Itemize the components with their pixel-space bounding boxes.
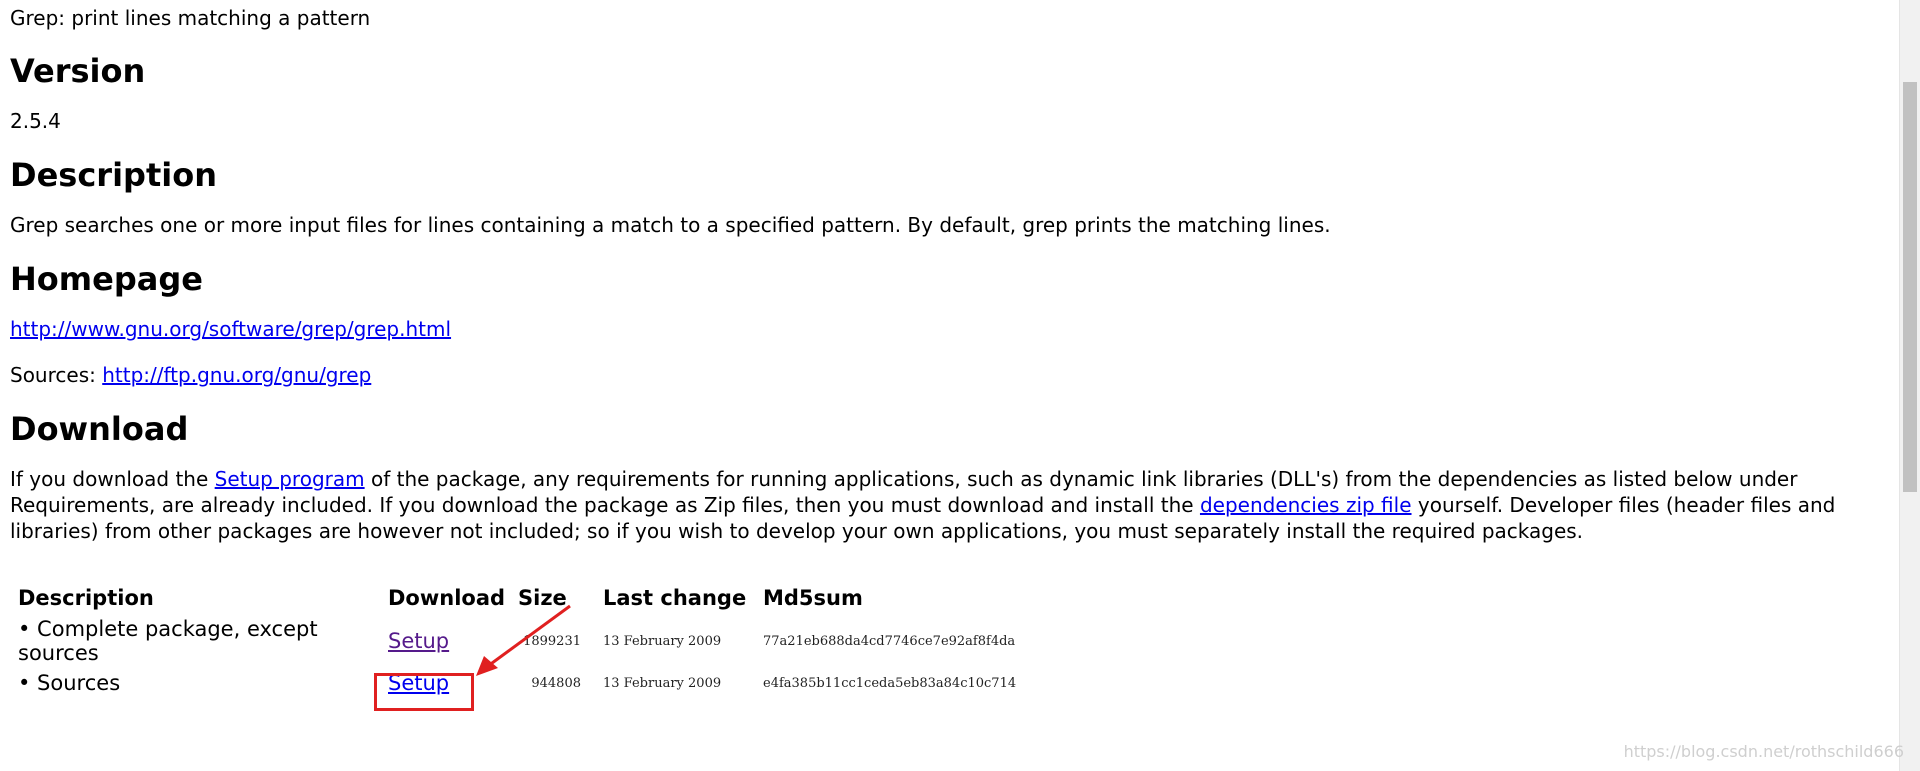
homepage-link[interactable]: http://www.gnu.org/software/grep/grep.ht… (10, 317, 451, 341)
dependencies-zip-link[interactable]: dependencies zip file (1200, 493, 1412, 517)
row-md5: 77a21eb688da4cd7746ce7e92af8f4da (763, 633, 1016, 649)
version-heading: Version (10, 52, 146, 90)
package-summary: Grep: print lines matching a pattern (10, 6, 371, 30)
row-last-change: 13 February 2009 (603, 675, 722, 691)
vertical-scrollbar[interactable] (1899, 0, 1920, 771)
homepage-line: http://www.gnu.org/software/grep/grep.ht… (10, 316, 1890, 342)
annotation-arrow-icon (476, 604, 571, 676)
description-text: Grep searches one or more input files fo… (10, 213, 1331, 237)
watermark: https://blog.csdn.net/rothschild666 (1623, 742, 1904, 761)
download-heading: Download (10, 410, 189, 448)
download-text-part1: If you download the (10, 467, 215, 491)
setup-download-link[interactable]: Setup (388, 629, 449, 653)
page-content: Grep: print lines matching a pattern Ver… (10, 0, 1890, 698)
col-description: Description (18, 586, 154, 610)
download-instructions: If you download the Setup program of the… (10, 466, 1870, 544)
setup-program-link[interactable]: Setup program (215, 467, 365, 491)
sources-label: Sources: (10, 363, 96, 387)
sources-line: Sources: http://ftp.gnu.org/gnu/grep (10, 362, 1890, 388)
col-last-change: Last change (603, 586, 747, 610)
version-value: 2.5.4 (10, 109, 61, 133)
row-description: • Sources (18, 671, 121, 695)
row-md5: e4fa385b11cc1ceda5eb83a84c10c714 (763, 675, 1017, 691)
annotation-highlight-box (374, 673, 474, 711)
scrollbar-thumb[interactable] (1903, 82, 1917, 492)
description-heading: Description (10, 156, 217, 194)
homepage-heading: Homepage (10, 260, 203, 298)
browser-viewport: Grep: print lines matching a pattern Ver… (0, 0, 1920, 771)
sources-link[interactable]: http://ftp.gnu.org/gnu/grep (102, 363, 371, 387)
row-last-change: 13 February 2009 (603, 633, 722, 649)
row-description: • Complete package, except sources (18, 617, 318, 665)
col-md5sum: Md5sum (763, 586, 863, 610)
